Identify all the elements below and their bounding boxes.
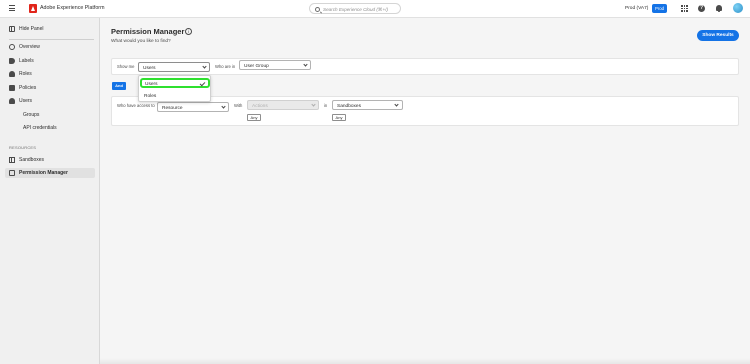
hide-panel-label: Hide Panel <box>19 26 44 32</box>
menu-item-label: Roles <box>144 94 157 99</box>
resources-section-label: RESOURCES <box>9 145 37 150</box>
app-switcher-icon[interactable] <box>681 5 688 12</box>
page-title: Permission Manager <box>111 27 185 36</box>
sidebar-item-roles[interactable]: Roles <box>5 69 95 79</box>
actions-value: Actions <box>252 103 268 109</box>
adobe-logo-icon[interactable] <box>29 4 37 13</box>
show-me-dropdown-menu: Users Roles <box>138 75 211 102</box>
sidebar-item-sandboxes[interactable]: Sandboxes <box>5 155 95 165</box>
org-switcher[interactable]: Prod (VA7) <box>625 6 648 11</box>
users-icon <box>9 98 15 104</box>
user-group-select[interactable]: User Group <box>239 60 311 70</box>
sidebar-item-label: Policies <box>19 85 37 91</box>
panel-icon <box>9 26 15 32</box>
with-label: With <box>234 103 243 108</box>
sidebar-item-label: Permission Manager <box>19 170 68 176</box>
sidebar: Hide Panel Overview Labels Roles Policie… <box>0 18 100 364</box>
sidebar-item-label: Users <box>19 98 33 104</box>
actions-select[interactable]: Actions <box>247 100 319 110</box>
resource-value: Resource <box>162 105 183 111</box>
top-bar: Adobe Experience Platform Search Experie… <box>0 0 750 18</box>
sidebar-item-label: Roles <box>19 71 32 77</box>
overview-icon <box>9 44 15 50</box>
actions-any-button[interactable]: Any <box>247 114 261 121</box>
sandboxes-value: Sandboxes <box>337 103 362 109</box>
environment-badge[interactable]: Prod <box>652 4 667 13</box>
permission-icon <box>9 170 15 176</box>
sidebar-item-policies[interactable]: Policies <box>5 83 95 93</box>
checkmark-icon <box>199 80 206 87</box>
help-icon[interactable]: ? <box>698 4 705 12</box>
menu-icon[interactable] <box>9 5 15 11</box>
menu-item-roles[interactable]: Roles <box>140 91 210 101</box>
sandbox-icon <box>9 157 15 163</box>
sidebar-item-label: Groups <box>23 112 40 118</box>
app-title[interactable]: Adobe Experience Platform <box>40 5 104 11</box>
who-are-in-label: Who are in <box>215 64 236 69</box>
roles-icon <box>9 71 15 77</box>
policies-icon <box>9 85 15 91</box>
menu-item-label: Users <box>145 82 158 87</box>
page-subtitle: What would you like to find? <box>111 38 171 44</box>
sidebar-divider <box>9 39 94 40</box>
info-icon[interactable]: i <box>185 28 192 35</box>
label-icon <box>9 58 15 64</box>
in-label: in <box>324 103 328 108</box>
show-results-button[interactable]: Show Results <box>697 30 739 41</box>
user-group-value: User Group <box>244 63 269 69</box>
chevron-down-icon <box>394 102 399 107</box>
chevron-down-icon <box>202 64 207 69</box>
sidebar-item-users[interactable]: Users <box>5 96 95 106</box>
show-me-value: Users <box>143 65 156 71</box>
avatar[interactable] <box>733 3 743 13</box>
search-icon <box>315 6 320 12</box>
notifications-icon[interactable] <box>716 5 722 12</box>
chevron-down-icon <box>221 104 226 109</box>
sidebar-item-label: Labels <box>19 58 34 64</box>
search-placeholder: Search Experience Cloud (⌘+/) <box>323 6 388 12</box>
chevron-down-icon <box>303 62 308 67</box>
resource-select[interactable]: Resource <box>157 102 229 112</box>
sidebar-item-overview[interactable]: Overview <box>5 42 95 52</box>
bottom-shadow <box>100 358 750 364</box>
menu-item-users[interactable]: Users <box>140 78 210 88</box>
sidebar-item-label: Sandboxes <box>19 157 45 163</box>
and-button[interactable]: And <box>112 82 126 90</box>
sidebar-item-groups[interactable]: Groups <box>5 110 95 120</box>
sandboxes-dropdown-button[interactable] <box>391 100 403 110</box>
sidebar-item-labels[interactable]: Labels <box>5 56 95 66</box>
show-me-label: Show me <box>117 64 135 69</box>
chevron-down-icon <box>311 102 316 107</box>
show-me-select[interactable]: Users <box>138 62 210 72</box>
sidebar-item-label: Overview <box>19 44 40 50</box>
hide-panel-button[interactable]: Hide Panel <box>5 24 95 34</box>
sidebar-item-permission-manager[interactable]: Permission Manager <box>5 168 95 178</box>
sandboxes-select[interactable]: Sandboxes <box>332 100 392 110</box>
access-label: Who have access to <box>117 103 155 108</box>
sidebar-item-api-credentials[interactable]: API credentials <box>5 123 95 133</box>
sandboxes-any-button[interactable]: Any <box>332 114 346 121</box>
sidebar-item-label: API credentials <box>23 125 57 131</box>
search-input[interactable]: Search Experience Cloud (⌘+/) <box>309 3 401 14</box>
